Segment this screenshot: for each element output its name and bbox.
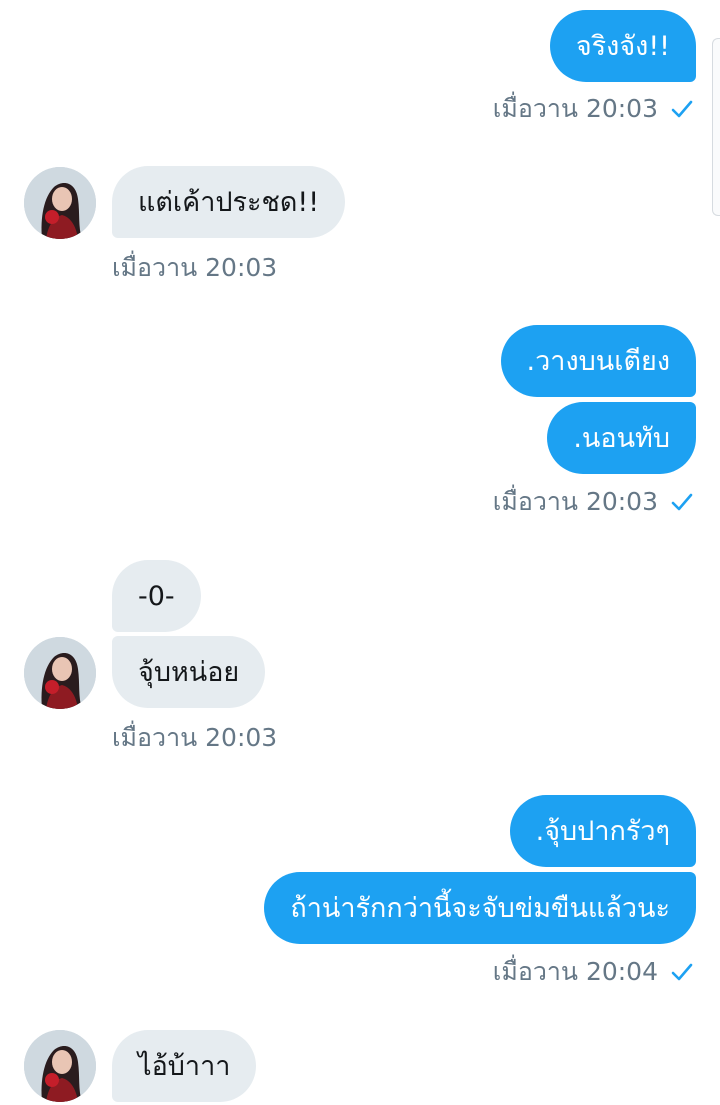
- timestamp-text: เมื่อวาน 20:03: [492, 487, 658, 516]
- scrollbar[interactable]: [712, 38, 720, 216]
- message-timestamp: เมื่อวาน 20:03: [493, 487, 694, 517]
- outgoing-message-bubble[interactable]: .นอนทับ: [547, 402, 696, 474]
- incoming-message-bubble[interactable]: ไอ้บ้าาา: [112, 1030, 257, 1102]
- incoming-message-bubble[interactable]: แต่เค้าประชด!!: [112, 166, 346, 238]
- avatar[interactable]: [24, 637, 96, 709]
- message-text: .วางบนเตียง: [526, 345, 670, 377]
- message-text: .นอนทับ: [573, 422, 670, 454]
- outgoing-message-bubble[interactable]: .จุ้บปากรัวๆ: [509, 795, 696, 867]
- outgoing-message-bubble[interactable]: ถ้าน่ารักกว่านี้จะจับข่มขืนแล้วนะ: [264, 872, 696, 944]
- check-icon: [671, 100, 693, 118]
- message-timestamp: เมื่อวาน 20:03: [112, 723, 277, 753]
- avatar-image: [24, 1030, 96, 1102]
- avatar-image: [24, 167, 96, 239]
- outgoing-message-bubble[interactable]: จริงจัง!!: [549, 10, 696, 82]
- message-timestamp: เมื่อวาน 20:04: [493, 957, 694, 987]
- timestamp-text: เมื่อวาน 20:03: [112, 253, 278, 282]
- message-text: ถ้าน่ารักกว่านี้จะจับข่มขืนแล้วนะ: [290, 892, 670, 924]
- check-icon: [671, 963, 693, 981]
- avatar[interactable]: [24, 1030, 96, 1102]
- message-text: ไอ้บ้าาา: [138, 1050, 231, 1082]
- timestamp-text: เมื่อวาน 20:03: [112, 723, 278, 752]
- outgoing-message-bubble[interactable]: .วางบนเตียง: [500, 325, 696, 397]
- message-text: แต่เค้าประชด!!: [138, 186, 320, 218]
- message-text: .จุ้บปากรัวๆ: [535, 815, 670, 847]
- avatar[interactable]: [24, 167, 96, 239]
- check-icon: [671, 493, 693, 511]
- message-text: -0-: [138, 580, 175, 612]
- message-timestamp: เมื่อวาน 20:03: [493, 94, 694, 124]
- message-text: จริงจัง!!: [575, 30, 670, 62]
- incoming-message-bubble[interactable]: -0-: [112, 560, 201, 632]
- avatar-image: [24, 637, 96, 709]
- timestamp-text: เมื่อวาน 20:03: [492, 94, 658, 123]
- incoming-message-bubble[interactable]: จุ้บหน่อย: [112, 636, 266, 708]
- timestamp-text: เมื่อวาน 20:04: [492, 957, 658, 986]
- message-timestamp: เมื่อวาน 20:03: [112, 253, 277, 283]
- message-text: จุ้บหน่อย: [138, 656, 240, 688]
